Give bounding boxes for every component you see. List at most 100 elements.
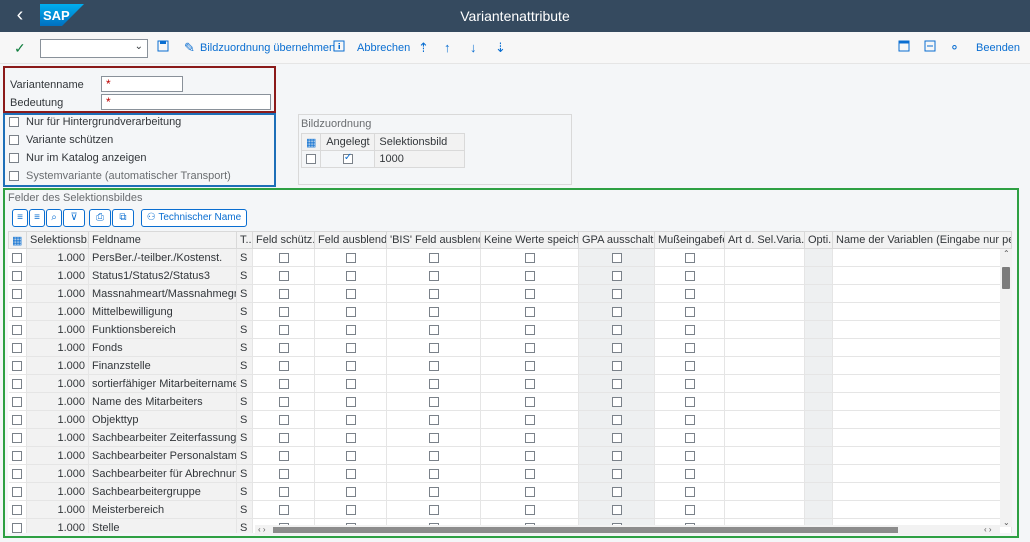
checkbox[interactable] [611, 396, 622, 407]
variablen-name-cell[interactable] [832, 302, 1012, 321]
option-cell[interactable] [804, 338, 833, 357]
option-cell[interactable] [804, 248, 833, 267]
command-field[interactable]: ⌄ [40, 39, 148, 58]
feld-schuetzen-cell[interactable] [252, 482, 315, 501]
art-sel-variable-cell[interactable] [724, 446, 805, 465]
feld-ausblenden-cell[interactable] [314, 284, 387, 303]
feld-schuetzen-cell[interactable] [252, 464, 315, 483]
row-select[interactable] [8, 410, 27, 429]
keine-werte-cell[interactable] [480, 392, 579, 411]
table-row[interactable]: 1.000Sachbearbeiter Personalstammd.S [8, 446, 1012, 465]
checkbox[interactable] [611, 324, 622, 335]
variablen-name-cell[interactable] [832, 500, 1012, 519]
filter-icon[interactable]: ⊽ [63, 209, 85, 227]
column-header[interactable]: 'BIS' Feld ausblend... [386, 231, 481, 249]
angelegt-cell[interactable] [320, 150, 376, 168]
search-icon[interactable]: ⌕ [46, 209, 62, 227]
gpa-ausschalten-cell[interactable] [578, 464, 655, 483]
table-row[interactable]: 1.000 Sachbearbeiter Zeiterfassung S [8, 428, 1012, 447]
vertical-scrollbar[interactable]: ⌃ ⌄ [1000, 249, 1012, 527]
gpa-ausschalten-cell[interactable] [578, 482, 655, 501]
scroll-left-icon[interactable]: ‹ › [258, 525, 266, 534]
checkbox[interactable] [278, 324, 289, 335]
checkbox[interactable] [428, 252, 439, 263]
bis-feld-ausblenden-cell[interactable] [386, 248, 481, 267]
checkbox[interactable] [278, 270, 289, 281]
gpa-ausschalten-cell[interactable] [578, 266, 655, 285]
scrollbar-thumb[interactable] [273, 527, 898, 533]
checkbox[interactable] [342, 152, 353, 165]
checkbox[interactable] [345, 378, 356, 389]
variablen-name-cell[interactable] [832, 248, 1012, 267]
settings-icon[interactable]: ⚬ [949, 40, 960, 56]
abbrechen-button[interactable]: Abbrechen [357, 42, 410, 54]
align-right-icon[interactable]: ≡ [29, 209, 45, 227]
checkbox[interactable] [524, 360, 535, 371]
option-cell[interactable] [804, 410, 833, 429]
checkbox[interactable] [12, 486, 23, 497]
art-sel-variable-cell[interactable] [724, 284, 805, 303]
feld-ausblenden-cell[interactable] [314, 320, 387, 339]
row-select[interactable] [8, 266, 27, 285]
checkbox[interactable] [684, 414, 695, 425]
column-header[interactable]: Feldname [88, 231, 237, 249]
checkbox[interactable] [345, 414, 356, 425]
column-settings-icon[interactable]: ▦ [300, 133, 322, 151]
variablen-name-cell[interactable] [832, 284, 1012, 303]
checkbox[interactable] [12, 414, 23, 425]
gpa-ausschalten-cell[interactable] [578, 284, 655, 303]
checkbox[interactable] [345, 504, 356, 515]
column-header[interactable]: Opti... [804, 231, 833, 249]
art-sel-variable-cell[interactable] [724, 374, 805, 393]
horizontal-scrollbar[interactable]: ‹ › [255, 525, 1000, 535]
feld-schuetzen-cell[interactable] [252, 284, 315, 303]
checkbox[interactable] [428, 432, 439, 443]
align-center-icon[interactable]: ≡ [12, 209, 28, 227]
technischer-name-button[interactable]: ⚇ Technischer Name [141, 209, 247, 227]
checkbox[interactable] [278, 306, 289, 317]
checkbox[interactable] [428, 306, 439, 317]
musseingabe-cell[interactable] [654, 428, 725, 447]
checkbox[interactable] [278, 252, 289, 263]
checkbox[interactable] [12, 450, 23, 461]
checkbox[interactable] [428, 468, 439, 479]
checkbox[interactable] [345, 468, 356, 479]
option-cell[interactable] [804, 482, 833, 501]
checkbox[interactable] [278, 450, 289, 461]
checkbox[interactable] [12, 360, 23, 371]
checkbox[interactable] [345, 360, 356, 371]
art-sel-variable-cell[interactable] [724, 338, 805, 357]
checkbox[interactable] [345, 396, 356, 407]
table-row[interactable]: 1.000Massnahmeart/MassnahmegrundS [8, 284, 1012, 303]
checkbox[interactable] [12, 306, 23, 317]
checkbox[interactable] [345, 486, 356, 497]
checkbox[interactable] [428, 504, 439, 515]
checkbox[interactable] [611, 378, 622, 389]
checkbox[interactable] [428, 396, 439, 407]
feld-schuetzen-cell[interactable] [252, 428, 315, 447]
checkbox[interactable] [278, 486, 289, 497]
checkbox[interactable] [684, 360, 695, 371]
option-cell[interactable] [804, 320, 833, 339]
checkbox[interactable] [306, 154, 316, 165]
variablen-name-cell[interactable] [832, 392, 1012, 411]
bedeutung-input[interactable]: * [101, 94, 271, 110]
musseingabe-cell[interactable] [654, 464, 725, 483]
variablen-name-cell[interactable] [832, 320, 1012, 339]
variablen-name-cell[interactable] [832, 464, 1012, 483]
musseingabe-cell[interactable] [654, 374, 725, 393]
gpa-ausschalten-cell[interactable] [578, 338, 655, 357]
feld-ausblenden-cell[interactable] [314, 410, 387, 429]
column-header[interactable]: T... [236, 231, 253, 249]
feld-schuetzen-cell[interactable] [252, 320, 315, 339]
checkbox[interactable] [524, 306, 535, 317]
column-header[interactable]: Selektionsbild [374, 133, 465, 151]
keine-werte-cell[interactable] [480, 410, 579, 429]
checkbox[interactable] [611, 342, 622, 353]
gpa-ausschalten-cell[interactable] [578, 428, 655, 447]
checkbox[interactable] [345, 306, 356, 317]
feld-schuetzen-cell[interactable] [252, 374, 315, 393]
art-sel-variable-cell[interactable] [724, 248, 805, 267]
art-sel-variable-cell[interactable] [724, 302, 805, 321]
row-select[interactable] [8, 392, 27, 411]
